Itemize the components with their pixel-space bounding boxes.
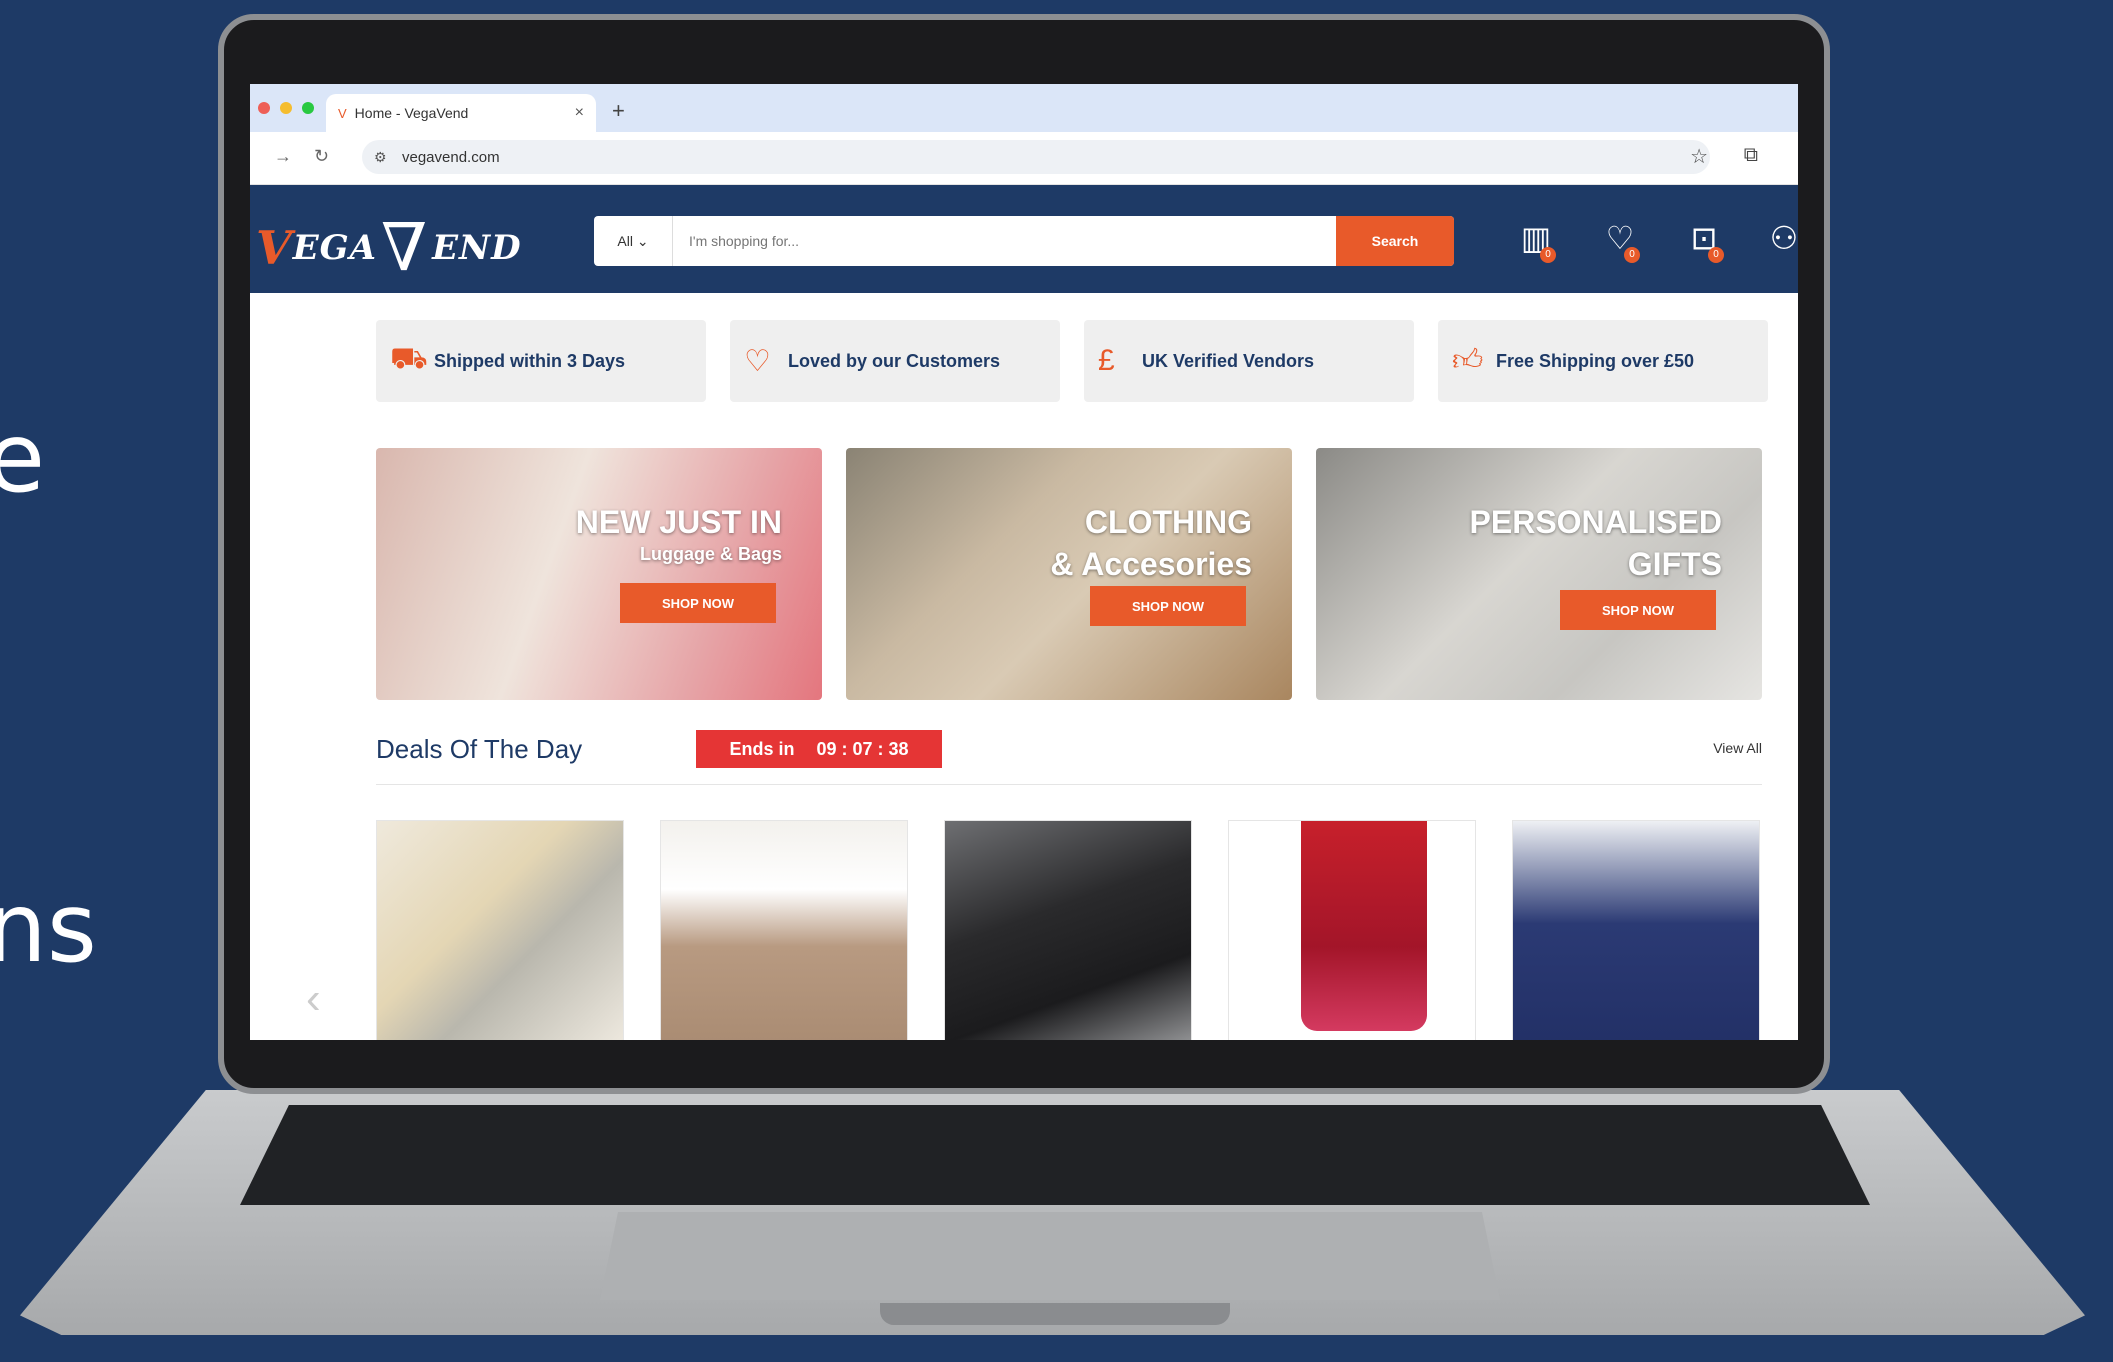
category-label: All [617, 233, 633, 249]
favicon-icon: V [338, 105, 347, 121]
ends-in-label: Ends in [729, 738, 795, 759]
wishlist-icon[interactable]: ♡ 0 [1598, 219, 1642, 263]
feature-label: Free Shipping over £50 [1496, 350, 1695, 371]
account-icon[interactable]: ⚇ [1762, 219, 1798, 263]
close-window-button[interactable] [258, 102, 270, 114]
browser-tab-bar: V Home - VegaVend × + [250, 84, 1798, 132]
feature-shipping: ⛟ Shipped within 3 Days [376, 320, 706, 402]
compare-icon[interactable]: ▥ 0 [1514, 219, 1558, 263]
shop-now-button[interactable]: SHOP NOW [620, 583, 776, 623]
bookmark-star-icon[interactable]: ☆ [1690, 144, 1708, 169]
url-text: vegavend.com [402, 148, 500, 166]
logo-v-2: ∇ [381, 209, 429, 286]
site-logo[interactable]: V EGA ∇ END [256, 209, 522, 286]
reload-icon[interactable]: ↻ [314, 146, 329, 167]
product-card[interactable] [1512, 820, 1760, 1040]
category-select[interactable]: All ⌄ [594, 216, 673, 266]
deal-products [376, 820, 1760, 1040]
product-card[interactable] [1228, 820, 1476, 1040]
view-all-link[interactable]: View All [1713, 740, 1762, 756]
shop-now-button[interactable]: SHOP NOW [1090, 586, 1246, 626]
cart-icon[interactable]: ⊡ 0 [1682, 219, 1726, 263]
logo-text-1: EGA [292, 227, 378, 268]
promo-banners: NEW JUST IN Luggage & Bags SHOP NOW CLOT… [376, 448, 1762, 700]
truck-icon: ⛟ [390, 342, 428, 375]
heart-icon: ♡ [744, 344, 771, 378]
product-card[interactable] [376, 820, 624, 1040]
laptop: V Home - VegaVend × + → ↻ ⚙ vegavend.com… [0, 0, 2113, 1362]
shop-now-button[interactable]: SHOP NOW [1560, 590, 1716, 630]
logo-text-2: END [432, 227, 522, 268]
search-button[interactable]: Search [1336, 216, 1454, 266]
banner-title: CLOTHING [1084, 504, 1252, 540]
thumbs-up-icon: 👍︎ [1452, 344, 1484, 377]
maximize-window-button[interactable] [302, 102, 314, 114]
product-image [1301, 821, 1427, 1031]
feature-loved: ♡ Loved by our Customers [730, 320, 1060, 402]
banner-title: PERSONALISED [1469, 504, 1722, 540]
banner-title: NEW JUST IN [575, 504, 782, 540]
url-field[interactable]: ⚙ vegavend.com [362, 140, 1710, 174]
chevron-left-icon[interactable]: ‹ [306, 974, 321, 1024]
trackpad [600, 1212, 1500, 1300]
compare-count: 0 [1540, 247, 1556, 263]
banner-subtitle: & Accesories [1050, 546, 1252, 582]
laptop-notch [880, 1303, 1230, 1325]
extensions-icon[interactable]: ⧉ [1744, 144, 1758, 167]
keyboard [240, 1105, 1870, 1205]
product-card[interactable] [944, 820, 1192, 1040]
forward-icon[interactable]: → [274, 146, 292, 167]
window-controls [258, 102, 314, 114]
wishlist-count: 0 [1624, 247, 1640, 263]
feature-label: Shipped within 3 Days [434, 350, 626, 371]
browser-tab[interactable]: V Home - VegaVend × [326, 94, 596, 132]
site-settings-icon[interactable]: ⚙ [374, 149, 387, 166]
feature-label: Loved by our Customers [788, 350, 1001, 371]
search-input[interactable] [673, 216, 1336, 266]
logo-v-1: V [256, 220, 293, 275]
pound-icon: £ [1098, 344, 1115, 377]
search-bar: All ⌄ Search [594, 216, 1454, 266]
banner-subtitle: GIFTS [1627, 546, 1722, 582]
screen: V Home - VegaVend × + → ↻ ⚙ vegavend.com… [250, 84, 1798, 1040]
product-card[interactable] [660, 820, 908, 1040]
countdown-value: 09 : 07 : 38 [816, 738, 909, 759]
banner-clothing[interactable]: CLOTHING & Accesories SHOP NOW [846, 448, 1292, 700]
banner-personalised[interactable]: PERSONALISED GIFTS SHOP NOW [1316, 448, 1762, 700]
deal-countdown: Ends in 09 : 07 : 38 [696, 730, 942, 768]
feature-label: UK Verified Vendors [1142, 350, 1315, 371]
feature-free-shipping: 👍︎ Free Shipping over £50 [1438, 320, 1768, 402]
address-bar-row: → ↻ ⚙ vegavend.com ☆ ⧉ [250, 132, 1798, 185]
site-header: VEGA∇END All ⌄ Search ▥0 ♡0 ⊡0 ⚇ [250, 185, 1798, 293]
banner-subtitle: Luggage & Bags [639, 544, 782, 564]
banner-new-in[interactable]: NEW JUST IN Luggage & Bags SHOP NOW [376, 448, 822, 700]
feature-strip: ⛟ Shipped within 3 Days ♡ Loved by our Cus… [376, 320, 1768, 402]
close-tab-icon[interactable]: × [575, 104, 584, 122]
divider [376, 784, 1762, 785]
deals-title: Deals Of The Day [376, 734, 583, 764]
tab-title: Home - VegaVend [354, 105, 469, 121]
cart-count: 0 [1708, 247, 1724, 263]
minimize-window-button[interactable] [280, 102, 292, 114]
new-tab-icon[interactable]: + [612, 98, 625, 124]
feature-verified: £ UK Verified Vendors [1084, 320, 1414, 402]
